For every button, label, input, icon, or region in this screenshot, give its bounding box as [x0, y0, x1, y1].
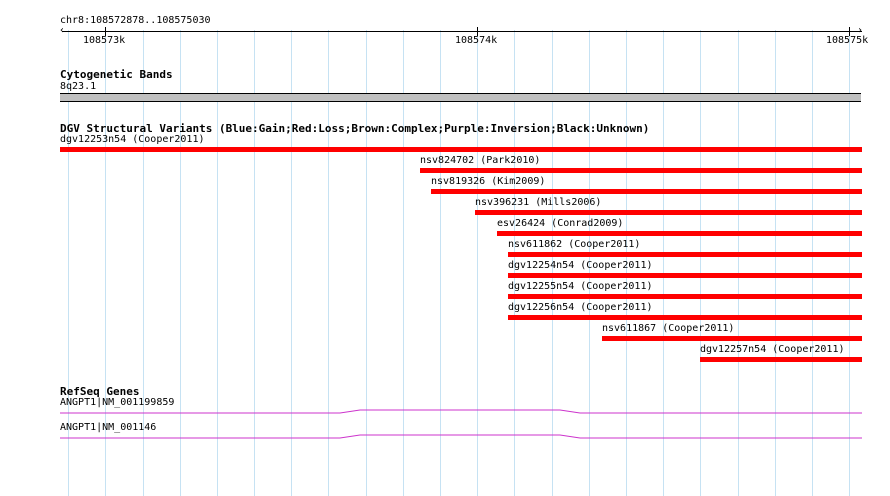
variant-label[interactable]: nsv611862 (Cooper2011) — [508, 240, 640, 250]
variant-label[interactable]: nsv396231 (Mills2006) — [475, 198, 601, 208]
variant-bar[interactable] — [508, 252, 862, 257]
variant-bar[interactable] — [508, 294, 862, 299]
variant-label[interactable]: nsv824702 (Park2010) — [420, 156, 540, 166]
variant-label[interactable]: dgv12256n54 (Cooper2011) — [508, 303, 653, 313]
variant-label[interactable]: nsv819326 (Kim2009) — [431, 177, 545, 187]
variant-label[interactable]: nsv611867 (Cooper2011) — [602, 324, 734, 334]
gene-model-line — [60, 409, 862, 414]
ruler-axis — [62, 31, 862, 32]
refseq-track-title: RefSeq Genes — [60, 385, 140, 398]
variant-label[interactable]: dgv12253n54 (Cooper2011) — [60, 135, 205, 145]
variant-label[interactable]: dgv12254n54 (Cooper2011) — [508, 261, 653, 271]
cytoband-label: 8q23.1 — [60, 81, 97, 92]
variant-bar[interactable] — [602, 336, 862, 341]
variant-bar[interactable] — [420, 168, 862, 173]
variant-bar[interactable] — [508, 273, 862, 278]
arrow-left-icon[interactable]: ‹ — [59, 26, 65, 36]
variant-label[interactable]: dgv12255n54 (Cooper2011) — [508, 282, 653, 292]
cytoband-bar[interactable] — [60, 93, 861, 102]
variant-bar[interactable] — [60, 147, 862, 152]
variant-bar[interactable] — [508, 315, 862, 320]
variant-bar[interactable] — [700, 357, 862, 362]
ruler-tick-label: 108574k — [455, 35, 498, 46]
gene-model-line — [60, 434, 862, 439]
genome-browser-canvas: chr8:108572878..108575030 ‹ › 108573k 10… — [0, 0, 890, 496]
dgv-track-title: DGV Structural Variants (Blue:Gain;Red:L… — [60, 122, 650, 135]
variant-label[interactable]: esv26424 (Conrad2009) — [497, 219, 623, 229]
variant-bar[interactable] — [475, 210, 862, 215]
gene-models — [60, 409, 862, 439]
variant-bar[interactable] — [431, 189, 862, 194]
variant-bar[interactable] — [497, 231, 862, 236]
variant-label[interactable]: dgv12257n54 (Cooper2011) — [700, 345, 845, 355]
region-label: chr8:108572878..108575030 — [60, 15, 211, 26]
ruler-tick-label: 108575k — [826, 35, 869, 46]
ruler-tick-label: 108573k — [83, 35, 126, 46]
cytoband-track-title: Cytogenetic Bands — [60, 68, 173, 81]
